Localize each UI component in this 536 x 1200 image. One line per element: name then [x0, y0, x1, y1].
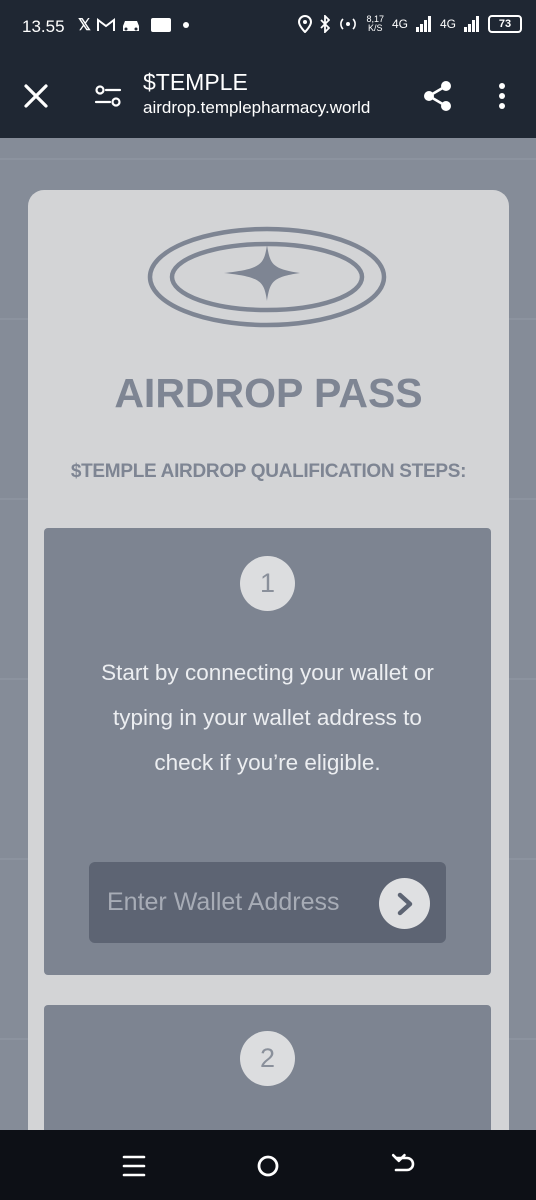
hotspot-icon: [340, 18, 357, 30]
home-icon: [257, 1155, 279, 1177]
dot-icon: [182, 22, 189, 28]
step-1-card: 1 Start by connecting your wallet or typ…: [44, 528, 491, 975]
temple-logo: [147, 226, 387, 328]
system-navigation-bar: [0, 1130, 536, 1200]
gmail-icon: [96, 18, 115, 31]
status-bar: 13.55 𝕏 8,17 K/S 4G 4G 73: [0, 0, 536, 56]
recents-icon: [122, 1155, 146, 1177]
sim2-label: 4G: [439, 17, 456, 31]
notification-icons: 𝕏: [78, 15, 189, 35]
site-settings-button[interactable]: [92, 80, 124, 112]
background-stripe: [0, 158, 536, 160]
qualification-steps-heading: $TEMPLE AIRDROP QUALIFICATION STEPS:: [70, 461, 467, 482]
airdrop-pass-title: AIRDROP PASS: [114, 370, 423, 416]
home-button[interactable]: [250, 1148, 286, 1184]
close-icon: [24, 84, 48, 108]
back-icon: [391, 1153, 415, 1172]
sim1-label: 4G: [391, 17, 408, 31]
submit-wallet-button[interactable]: [379, 878, 430, 929]
chevron-right-icon: [397, 892, 413, 916]
browser-toolbar: $TEMPLE airdrop.templepharmacy.world: [0, 56, 536, 138]
step-number-badge: 2: [240, 1031, 295, 1086]
airdrop-card: AIRDROP PASS $TEMPLE AIRDROP QUALIFICATI…: [28, 190, 509, 1200]
location-icon: [298, 15, 313, 33]
page-title: $TEMPLE: [143, 69, 248, 95]
status-indicators: 8,17 K/S 4G 4G 73: [298, 15, 522, 33]
app-icon: [150, 18, 171, 32]
share-button[interactable]: [420, 78, 456, 114]
page-url: airdrop.templepharmacy.world: [143, 98, 371, 117]
signal-icon: [415, 16, 431, 32]
car-icon: [122, 21, 139, 31]
close-button[interactable]: [18, 78, 54, 114]
more-vert-icon: [499, 83, 505, 109]
wallet-address-input[interactable]: [107, 882, 365, 922]
step-description: Start by connecting your wallet or typin…: [101, 660, 434, 775]
share-icon: [424, 81, 451, 111]
status-time: 13.55: [22, 17, 65, 36]
step-number-badge: 1: [240, 556, 295, 611]
network-speed-unit: K/S: [367, 23, 383, 33]
network-speed: 8,17 K/S: [366, 15, 384, 33]
battery-icon: 73: [488, 15, 522, 33]
back-button[interactable]: [384, 1148, 420, 1184]
more-options-button[interactable]: [488, 78, 516, 114]
recents-button[interactable]: [116, 1148, 152, 1184]
x-icon: 𝕏: [78, 17, 91, 34]
signal-icon: [464, 16, 479, 32]
page-title-block[interactable]: $TEMPLE airdrop.templepharmacy.world: [143, 68, 405, 120]
wallet-address-form: [89, 862, 446, 943]
tune-icon: [94, 85, 122, 107]
bluetooth-icon: [320, 15, 331, 33]
